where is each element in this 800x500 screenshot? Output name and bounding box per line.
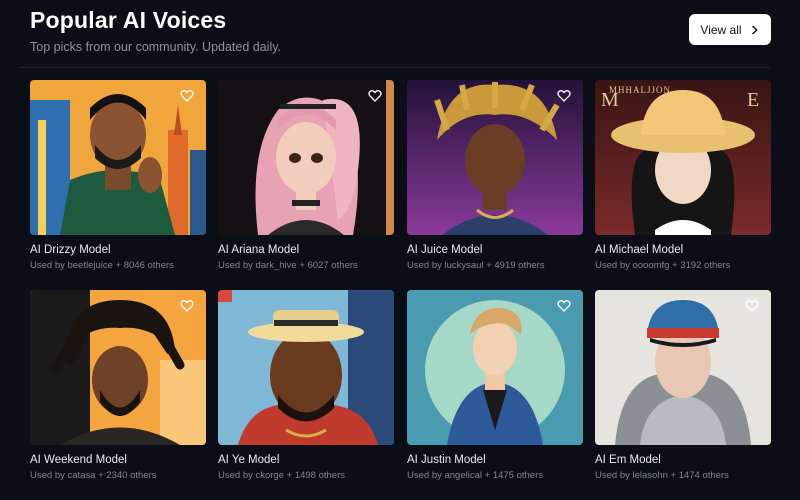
drizzy-portrait — [30, 80, 206, 235]
heart-icon[interactable] — [180, 89, 194, 103]
juice-portrait — [407, 80, 583, 235]
voice-usage: Used by lelasohn + 1474 others — [595, 470, 729, 481]
heart-icon[interactable] — [180, 299, 194, 313]
voice-thumbnail[interactable]: MHHALJJON M E — [595, 80, 771, 235]
view-all-button[interactable]: View all — [689, 14, 771, 45]
voice-card[interactable]: AI Drizzy Model Used by beetlejuice + 80… — [30, 80, 206, 271]
chevron-right-icon — [751, 25, 758, 34]
voice-thumbnail[interactable] — [30, 80, 206, 235]
divider — [20, 67, 770, 68]
voice-name: AI Justin Model — [407, 454, 486, 466]
voice-thumbnail[interactable] — [407, 290, 583, 445]
voice-usage: Used by ckorge + 1498 others — [218, 470, 346, 481]
voice-name: AI Michael Model — [595, 244, 684, 256]
voice-usage: Used by dark_hive + 6027 others — [218, 260, 358, 271]
voice-name: AI Juice Model — [407, 244, 483, 256]
ye-portrait — [218, 290, 394, 445]
voice-name: AI Weekend Model — [30, 454, 127, 466]
section-header: Popular AI Voices Top picks from our com… — [30, 6, 281, 54]
svg-text:M: M — [601, 89, 619, 111]
voice-name: AI Ye Model — [218, 454, 280, 466]
voice-card[interactable]: AI Juice Model Used by luckysaul + 4919 … — [407, 80, 583, 271]
voice-thumbnail[interactable] — [595, 290, 771, 445]
voice-card[interactable]: AI Ye Model Used by ckorge + 1498 others — [218, 290, 394, 481]
voice-name: AI Drizzy Model — [30, 244, 111, 256]
voice-usage: Used by oooomfg + 3192 others — [595, 260, 731, 271]
justin-portrait — [407, 290, 583, 445]
voice-usage: Used by angelical + 1475 others — [407, 470, 543, 481]
voice-usage: Used by beetlejuice + 8046 others — [30, 260, 174, 271]
voice-thumbnail[interactable] — [30, 290, 206, 445]
voice-thumbnail[interactable] — [407, 80, 583, 235]
heart-icon[interactable] — [368, 89, 382, 103]
voice-usage: Used by luckysaul + 4919 others — [407, 260, 545, 271]
michael-portrait: MHHALJJON M E — [595, 80, 771, 235]
voice-thumbnail[interactable] — [218, 290, 394, 445]
voice-usage: Used by catasa + 2340 others — [30, 470, 157, 481]
em-portrait — [595, 290, 771, 445]
voice-card[interactable]: AI Em Model Used by lelasohn + 1474 othe… — [595, 290, 771, 481]
voice-card[interactable]: AI Ariana Model Used by dark_hive + 6027… — [218, 80, 394, 271]
voice-thumbnail[interactable] — [218, 80, 394, 235]
heart-icon[interactable] — [557, 299, 571, 313]
voice-card[interactable]: AI Justin Model Used by angelical + 1475… — [407, 290, 583, 481]
weekend-portrait — [30, 290, 206, 445]
page-subtitle: Top picks from our community. Updated da… — [30, 40, 282, 54]
view-all-label: View all — [700, 22, 742, 37]
voice-name: AI Em Model — [595, 454, 661, 466]
heart-icon[interactable] — [745, 299, 759, 313]
page-title: Popular AI Voices — [30, 7, 227, 33]
svg-text:E: E — [747, 89, 759, 111]
voice-card[interactable]: MHHALJJON M E AI Michael Model Used by o… — [595, 80, 771, 271]
heart-icon[interactable] — [557, 89, 571, 103]
voice-name: AI Ariana Model — [218, 244, 300, 256]
voice-card[interactable]: AI Weekend Model Used by catasa + 2340 o… — [30, 290, 206, 481]
ariana-portrait — [218, 80, 394, 235]
